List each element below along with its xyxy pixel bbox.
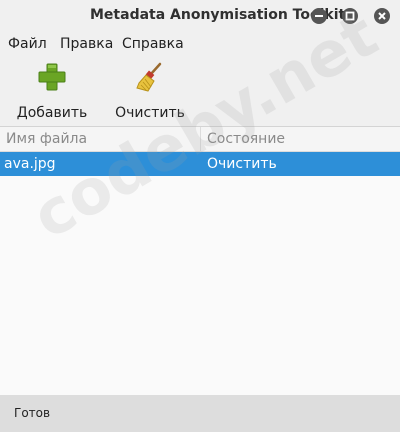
menu-help[interactable]: Справка <box>122 36 184 52</box>
clean-label: Очистить <box>115 105 185 121</box>
add-label: Добавить <box>16 105 88 121</box>
status-text: Готов <box>14 406 51 420</box>
file-table: Имя файла Состояние ava.jpg Очистить <box>0 127 400 395</box>
toolbar: Добавить Очистить <box>0 55 400 127</box>
add-button[interactable]: Добавить <box>14 61 90 121</box>
minimize-button[interactable] <box>311 8 327 24</box>
status-bar: Готов <box>0 395 400 432</box>
close-icon <box>378 12 386 20</box>
title-bar: Metadata Anonymisation Toolkit <box>0 0 400 33</box>
clean-button[interactable]: Очистить <box>112 61 188 121</box>
close-button[interactable] <box>374 8 390 24</box>
column-header-state[interactable]: Состояние <box>207 131 285 147</box>
broom-icon <box>136 62 162 92</box>
table-row[interactable]: ava.jpg Очистить <box>0 152 400 176</box>
maximize-button[interactable] <box>342 8 358 24</box>
column-header-filename[interactable]: Имя файла <box>6 131 87 147</box>
minimize-icon <box>315 15 323 17</box>
table-header: Имя файла Состояние <box>0 127 400 152</box>
menu-bar: Файл Правка Справка <box>0 33 400 55</box>
menu-edit[interactable]: Правка <box>60 36 113 52</box>
window-title: Metadata Anonymisation Toolkit <box>90 7 346 23</box>
column-separator <box>200 127 201 151</box>
row-state: Очистить <box>207 156 277 172</box>
menu-file[interactable]: Файл <box>8 36 47 52</box>
row-filename: ava.jpg <box>4 156 56 172</box>
plus-icon <box>38 63 66 91</box>
maximize-icon <box>345 11 355 21</box>
